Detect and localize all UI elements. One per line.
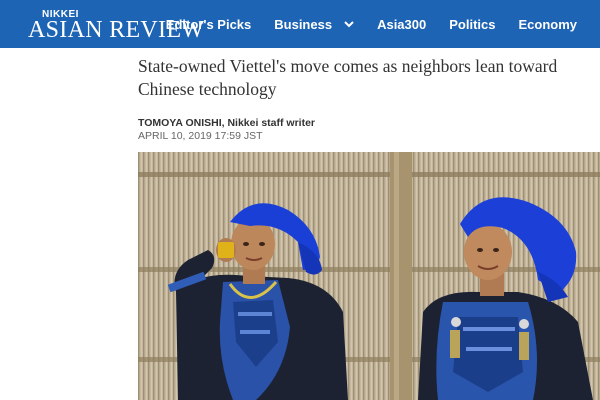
photo-illustration <box>138 152 600 400</box>
nav-politics-label: Politics <box>449 16 496 32</box>
nav-asia300[interactable]: Asia300 <box>377 17 426 32</box>
nav-business[interactable]: Business <box>274 17 354 32</box>
nav-editors-picks-label: Editor's Picks <box>165 16 252 32</box>
chevron-down-icon[interactable] <box>344 20 354 28</box>
nav-economy[interactable]: Economy <box>518 17 577 32</box>
article-photo <box>138 152 600 400</box>
site-logo[interactable]: NIKKEI ASIAN REVIEW <box>28 9 204 43</box>
article-author[interactable]: TOMOYA ONISHI, Nikkei staff writer <box>138 117 315 129</box>
article-date: APRIL 10, 2019 17:59 JST <box>138 130 263 142</box>
nav-asia300-label: Asia300 <box>377 16 427 32</box>
top-navigation-bar: NIKKEI ASIAN REVIEW Editor's Picks Busin… <box>0 0 600 48</box>
nav-economy-label: Economy <box>518 16 577 32</box>
nav-politics[interactable]: Politics <box>449 17 495 32</box>
main-nav: Editor's Picks Business Asia300 Politics… <box>166 0 600 48</box>
article-headline: State-owned Viettel's move comes as neig… <box>138 56 558 99</box>
nav-business-label: Business <box>274 16 333 32</box>
nav-editors-picks[interactable]: Editor's Picks <box>166 17 251 32</box>
